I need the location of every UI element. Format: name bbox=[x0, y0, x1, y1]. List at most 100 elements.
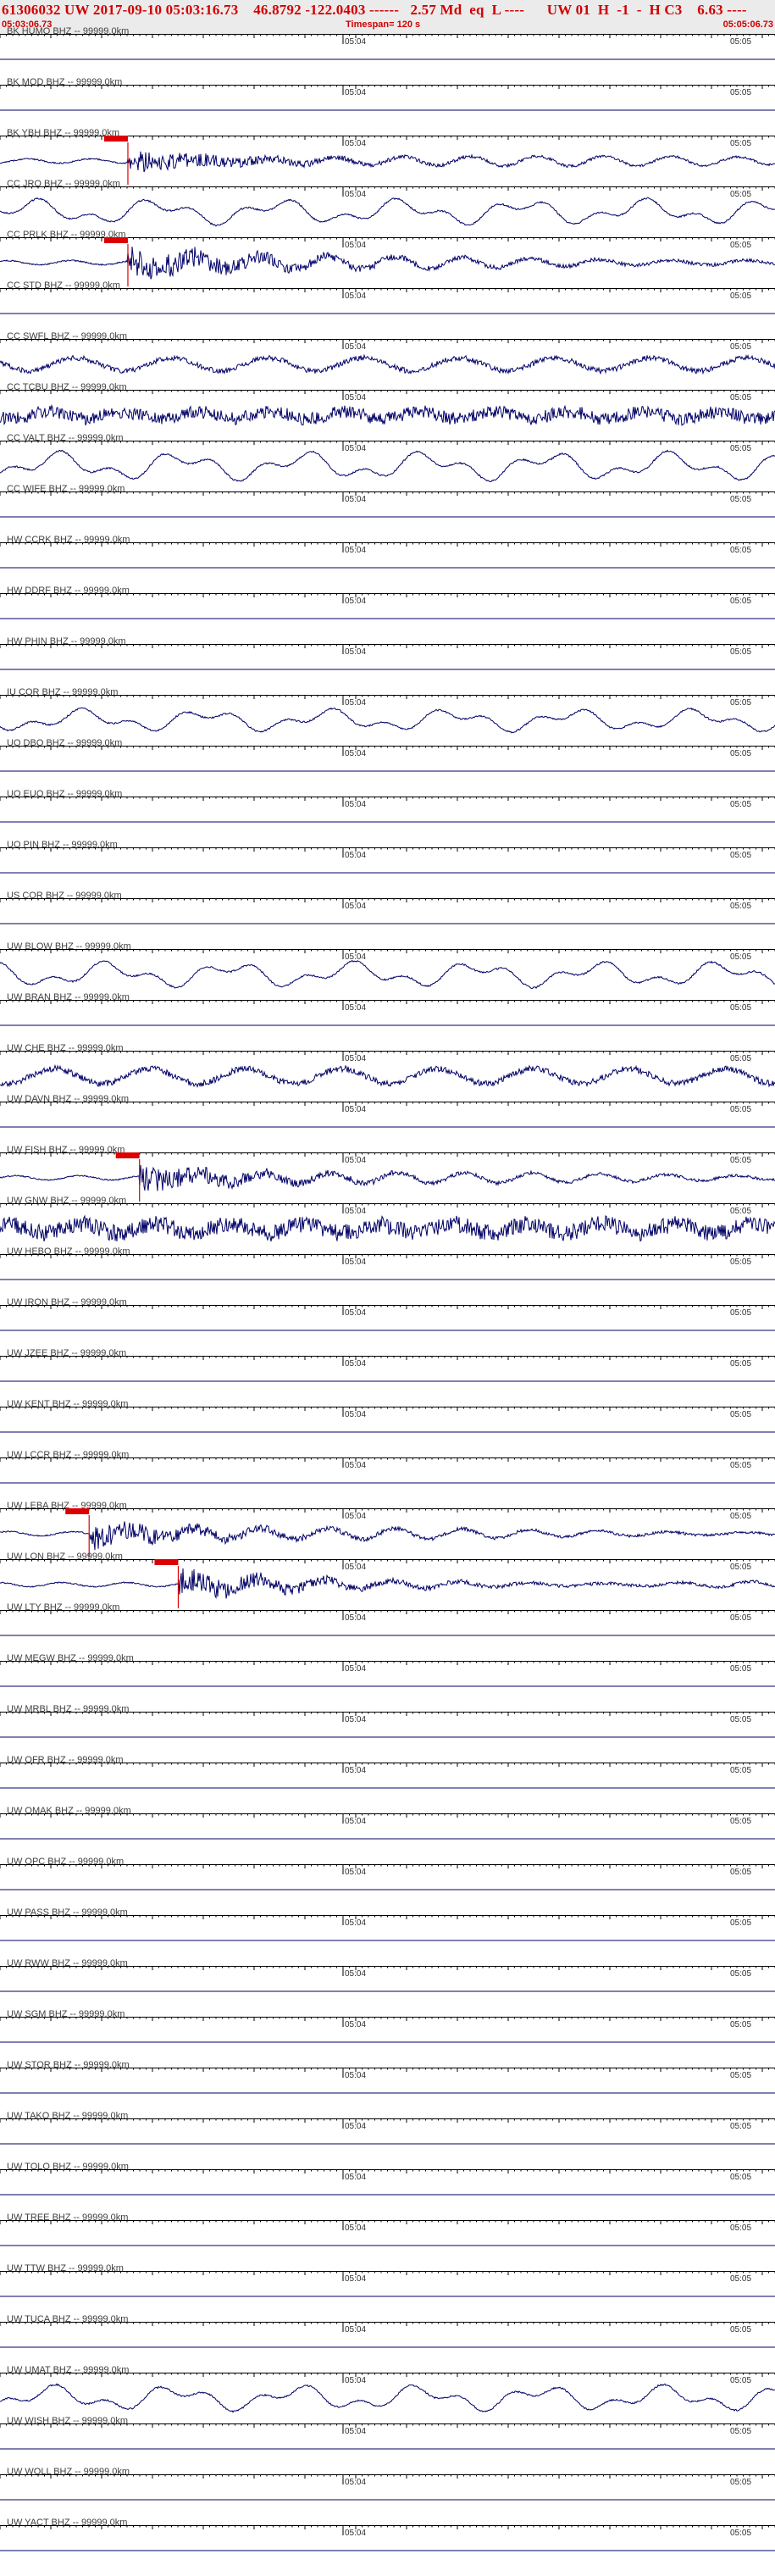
time-mark-end: 05:05 bbox=[730, 88, 752, 97]
station-label: UW MEGW BHZ -- 99999.0km bbox=[7, 1653, 134, 1663]
time-mark-mid: 05:04 bbox=[345, 495, 367, 504]
station-label: UW MRBL BHZ -- 99999.0km bbox=[7, 1704, 130, 1714]
time-mark-end: 05:05 bbox=[730, 2376, 752, 2385]
time-mark-mid: 05:04 bbox=[345, 1613, 367, 1623]
station-label: UO EUO BHZ -- 99999.0km bbox=[7, 789, 123, 799]
time-mark-end: 05:05 bbox=[730, 1054, 752, 1063]
station-label: UW GNW BHZ -- 99999.0km bbox=[7, 1196, 127, 1206]
time-mark-mid: 05:04 bbox=[345, 1817, 367, 1826]
waveform-trace bbox=[0, 960, 775, 990]
time-mark-mid: 05:04 bbox=[345, 37, 367, 47]
station-label: CC STD BHZ -- 99999.0km bbox=[7, 280, 120, 291]
time-mark-end: 05:05 bbox=[730, 1664, 752, 1674]
time-mark-mid: 05:04 bbox=[345, 1308, 367, 1318]
station-label: UW WOLL BHZ -- 99999.0km bbox=[7, 2467, 130, 2477]
station-label: UW LON BHZ -- 99999.0km bbox=[7, 1552, 123, 1562]
station-label: UO DBO BHZ -- 99999.0km bbox=[7, 738, 123, 748]
time-mark-end: 05:05 bbox=[730, 342, 752, 352]
station-label: UW WISH BHZ -- 99999.0km bbox=[7, 2416, 129, 2426]
time-mark-mid: 05:04 bbox=[345, 1257, 367, 1267]
time-mark-mid: 05:04 bbox=[345, 851, 367, 860]
time-mark-mid: 05:04 bbox=[345, 393, 367, 402]
time-mark-mid: 05:04 bbox=[345, 2020, 367, 2029]
station-label: UO PIN BHZ -- 99999.0km bbox=[7, 840, 118, 850]
waveform-trace bbox=[0, 197, 775, 227]
time-mark-end: 05:05 bbox=[730, 2223, 752, 2233]
time-mark-end: 05:05 bbox=[730, 800, 752, 809]
time-mark-end: 05:05 bbox=[730, 1715, 752, 1724]
station-label: UW TAKO BHZ -- 99999.0km bbox=[7, 2111, 129, 2121]
time-mark-mid: 05:04 bbox=[345, 1207, 367, 1216]
time-mark-mid: 05:04 bbox=[345, 1410, 367, 1419]
waveform-trace bbox=[0, 707, 775, 734]
station-label: CC WIFE BHZ -- 99999.0km bbox=[7, 484, 125, 494]
time-mark-mid: 05:04 bbox=[345, 88, 367, 97]
station-label: UW DAVN BHZ -- 99999.0km bbox=[7, 1094, 130, 1104]
seismogram-panel: BK HUMO BHZ -- 99999.0km 05:04 05:05 BK MOD… bbox=[0, 0, 775, 2576]
time-mark-mid: 05:04 bbox=[345, 1461, 367, 1470]
time-mark-mid: 05:04 bbox=[345, 2529, 367, 2538]
station-label: UW LEBA BHZ -- 99999.0km bbox=[7, 1501, 127, 1511]
waveform-trace bbox=[0, 449, 775, 483]
time-mark-end: 05:05 bbox=[730, 1257, 752, 1267]
station-label: CC TCBU BHZ -- 99999.0km bbox=[7, 382, 127, 392]
station-label: CC PRLK BHZ -- 99999.0km bbox=[7, 230, 126, 240]
station-label: IU COR BHZ -- 99999.0km bbox=[7, 687, 119, 697]
trace-plot bbox=[0, 2525, 775, 2551]
station-label: UW TUCA BHZ -- 99999.0km bbox=[7, 2314, 129, 2324]
station-label: UW HEBO BHZ -- 99999.0km bbox=[7, 1246, 130, 1257]
station-label: CC SWFL BHZ -- 99999.0km bbox=[7, 331, 128, 341]
time-mark-end: 05:05 bbox=[730, 902, 752, 911]
time-mark-end: 05:05 bbox=[730, 1359, 752, 1368]
station-label: UW TTW BHZ -- 99999.0km bbox=[7, 2263, 124, 2273]
time-mark-mid: 05:04 bbox=[345, 2122, 367, 2131]
station-label: UW PASS BHZ -- 99999.0km bbox=[7, 1907, 128, 1918]
station-label: UW LTY BHZ -- 99999.0km bbox=[7, 1602, 120, 1613]
station-label: UW LCCR BHZ -- 99999.0km bbox=[7, 1450, 130, 1460]
time-mark-end: 05:05 bbox=[730, 2122, 752, 2131]
station-label: UW RWW BHZ -- 99999.0km bbox=[7, 1958, 128, 1968]
time-mark-end: 05:05 bbox=[730, 2020, 752, 2029]
time-mark-end: 05:05 bbox=[730, 2478, 752, 2487]
time-mark-mid: 05:04 bbox=[345, 647, 367, 657]
time-mark-mid: 05:04 bbox=[345, 1766, 367, 1775]
station-label: UW FISH BHZ -- 99999.0km bbox=[7, 1145, 125, 1155]
time-mark-mid: 05:04 bbox=[345, 1054, 367, 1063]
time-mark-end: 05:05 bbox=[730, 2274, 752, 2284]
waveform-trace bbox=[0, 1064, 775, 1088]
time-mark-end: 05:05 bbox=[730, 749, 752, 758]
time-mark-end: 05:05 bbox=[730, 1868, 752, 1877]
time-mark-end: 05:05 bbox=[730, 647, 752, 657]
time-mark-mid: 05:04 bbox=[345, 952, 367, 962]
time-mark-end: 05:05 bbox=[730, 291, 752, 301]
station-label: HW PHIN BHZ -- 99999.0km bbox=[7, 636, 126, 647]
time-mark-mid: 05:04 bbox=[345, 1969, 367, 1979]
time-mark-end: 05:05 bbox=[730, 851, 752, 860]
waveform-trace bbox=[0, 1164, 775, 1191]
time-mark-mid: 05:04 bbox=[345, 1156, 367, 1165]
time-mark-mid: 05:04 bbox=[345, 2071, 367, 2080]
time-mark-mid: 05:04 bbox=[345, 444, 367, 453]
station-label: UW KENT BHZ -- 99999.0km bbox=[7, 1399, 129, 1409]
time-mark-mid: 05:04 bbox=[345, 1715, 367, 1724]
time-mark-mid: 05:04 bbox=[345, 902, 367, 911]
station-label: UW TREE BHZ -- 99999.0km bbox=[7, 2212, 129, 2223]
station-label: UW OFR BHZ -- 99999.0km bbox=[7, 1755, 124, 1765]
time-mark-end: 05:05 bbox=[730, 1766, 752, 1775]
time-mark-end: 05:05 bbox=[730, 1003, 752, 1013]
time-mark-end: 05:05 bbox=[730, 1156, 752, 1165]
time-mark-end: 05:05 bbox=[730, 698, 752, 708]
station-label: UW OPC BHZ -- 99999.0km bbox=[7, 1857, 125, 1867]
station-label: BK YBH BHZ -- 99999.0km bbox=[7, 128, 120, 138]
waveform-trace bbox=[0, 404, 775, 426]
station-label: BK MOD BHZ -- 99999.0km bbox=[7, 77, 123, 87]
time-mark-end: 05:05 bbox=[730, 1563, 752, 1572]
waveform-trace bbox=[0, 1568, 775, 1600]
time-mark-end: 05:05 bbox=[730, 139, 752, 148]
time-mark-mid: 05:04 bbox=[345, 2427, 367, 2436]
station-label: HW DDRF BHZ -- 99999.0km bbox=[7, 586, 130, 596]
time-mark-mid: 05:04 bbox=[345, 2274, 367, 2284]
trace-row: UW YACT BHZ -- 99999.0km 05:04 05:05 bbox=[0, 2518, 775, 2576]
time-mark-end: 05:05 bbox=[730, 241, 752, 250]
time-mark-mid: 05:04 bbox=[345, 749, 367, 758]
